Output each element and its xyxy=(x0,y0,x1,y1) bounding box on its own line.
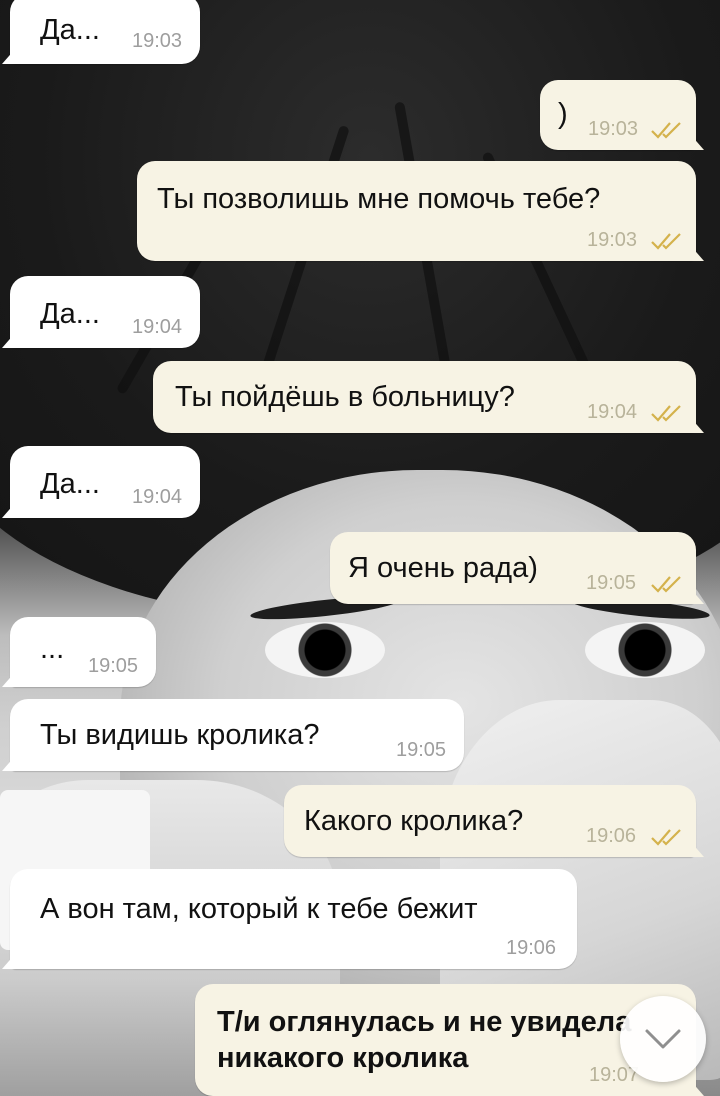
message-text: ) xyxy=(558,98,568,130)
message-outgoing[interactable]: Ты пойдёшь в больницу? 19:04 xyxy=(153,361,696,433)
message-text: Ты пойдёшь в больницу? xyxy=(175,381,515,413)
message-outgoing[interactable]: Ты позволишь мне помочь тебе? 19:03 xyxy=(137,161,696,261)
message-text: Я очень рада) xyxy=(348,552,538,584)
double-check-icon xyxy=(651,233,681,250)
message-outgoing[interactable]: Какого кролика? 19:06 xyxy=(284,785,696,857)
message-time: 19:05 xyxy=(88,655,139,677)
message-text: Да... xyxy=(40,298,100,330)
message-time: 19:03 xyxy=(588,118,639,140)
message-text-line-1: Т/и оглянулась и не увидела xyxy=(217,1006,632,1038)
message-incoming[interactable]: Да... 19:04 xyxy=(10,276,200,348)
message-incoming[interactable]: А вон там, который к тебе бежит 19:06 xyxy=(10,869,577,969)
message-incoming[interactable]: Да... 19:03 xyxy=(10,0,200,64)
message-incoming[interactable]: ... 19:05 xyxy=(10,617,156,687)
message-text: Какого кролика? xyxy=(304,805,524,837)
message-time: 19:03 xyxy=(587,229,638,251)
double-check-icon xyxy=(651,576,681,593)
message-incoming[interactable]: Ты видишь кролика? 19:05 xyxy=(10,699,464,771)
message-text-line-2: никакого кролика xyxy=(217,1042,469,1074)
message-time: 19:05 xyxy=(396,739,447,761)
message-time: 19:06 xyxy=(506,937,557,959)
message-text: Ты позволишь мне помочь тебе? xyxy=(157,183,601,215)
double-check-icon xyxy=(651,405,681,422)
message-text: ... xyxy=(40,633,65,665)
chevron-down-icon xyxy=(645,1029,681,1049)
scroll-down-button[interactable] xyxy=(620,996,706,1082)
message-time: 19:03 xyxy=(132,30,183,52)
message-time: 19:05 xyxy=(586,572,637,594)
double-check-icon xyxy=(651,122,681,139)
message-text: Да... xyxy=(40,14,100,46)
message-time: 19:04 xyxy=(132,316,183,338)
message-text: А вон там, который к тебе бежит xyxy=(40,893,478,925)
message-outgoing[interactable]: Я очень рада) 19:05 xyxy=(330,532,696,604)
message-outgoing[interactable]: ) 19:03 xyxy=(540,80,696,150)
message-time: 19:04 xyxy=(587,401,638,423)
chat-message-list[interactable]: Да... 19:03 ) 19:03 Ты позволишь мне пом… xyxy=(0,0,720,1096)
message-time: 19:06 xyxy=(586,825,637,847)
message-text: Да... xyxy=(40,468,100,500)
message-time: 19:04 xyxy=(132,486,183,508)
double-check-icon xyxy=(651,829,681,846)
message-text: Ты видишь кролика? xyxy=(40,719,320,751)
message-incoming[interactable]: Да... 19:04 xyxy=(10,446,200,518)
